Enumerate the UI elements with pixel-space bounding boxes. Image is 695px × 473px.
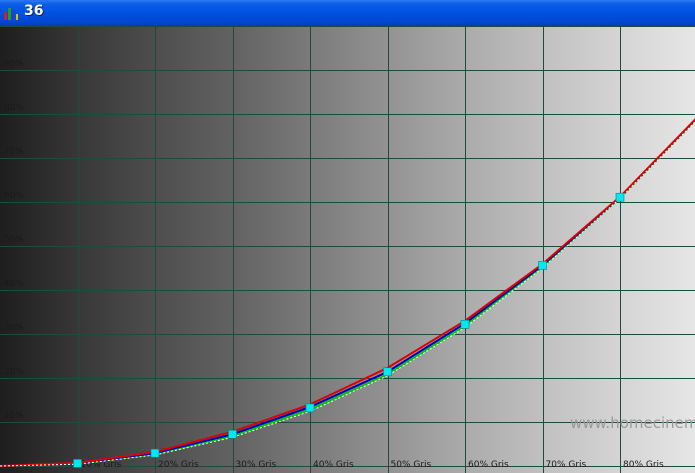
data-marker [383, 367, 392, 377]
y-tick-label: 90% [4, 59, 24, 69]
x-tick-label: 50% Gris [391, 460, 432, 470]
y-tick-label: 10% [4, 411, 24, 421]
window-title: 36 [24, 3, 44, 19]
x-tick-label: 60% Gris [468, 460, 509, 470]
data-marker [150, 448, 160, 458]
y-tick-label: 30% [4, 323, 24, 333]
y-tick-label: 60% [4, 191, 24, 201]
data-marker [73, 459, 82, 468]
data-marker [538, 261, 547, 270]
x-tick-label: 20% Gris [158, 460, 199, 470]
y-tick-label: 50% [4, 235, 24, 245]
x-tick-label: 30% Gris [236, 460, 277, 470]
application-window: 36 10% 20% 30% 40% 50% 60% 70% 80% 90% 1… [0, 0, 695, 473]
x-tick-label: 70% Gris [546, 460, 587, 470]
x-tick-label: 40% Gris [313, 460, 354, 470]
y-tick-label: 20% [4, 367, 24, 377]
watermark-text: www.homecinema [570, 414, 695, 432]
data-marker [305, 403, 315, 413]
data-marker [615, 192, 625, 202]
x-tick-label: 80% Gris [623, 460, 664, 470]
title-bar[interactable]: 36 [0, 0, 695, 26]
y-tick-label: 70% [4, 147, 24, 157]
gamma-chart: 10% 20% 30% 40% 50% 60% 70% 80% 90% 10% Gris 20% … [0, 26, 695, 473]
data-marker [460, 319, 470, 329]
y-tick-label: 40% [4, 279, 24, 289]
y-tick-label: 80% [4, 103, 24, 113]
data-marker [228, 429, 237, 439]
plot-background [0, 26, 695, 473]
chart-svg: 10%20%30%40%50%60%70%80%90% 10% Gris 20% … [0, 26, 695, 473]
bar-chart-icon [4, 8, 18, 20]
